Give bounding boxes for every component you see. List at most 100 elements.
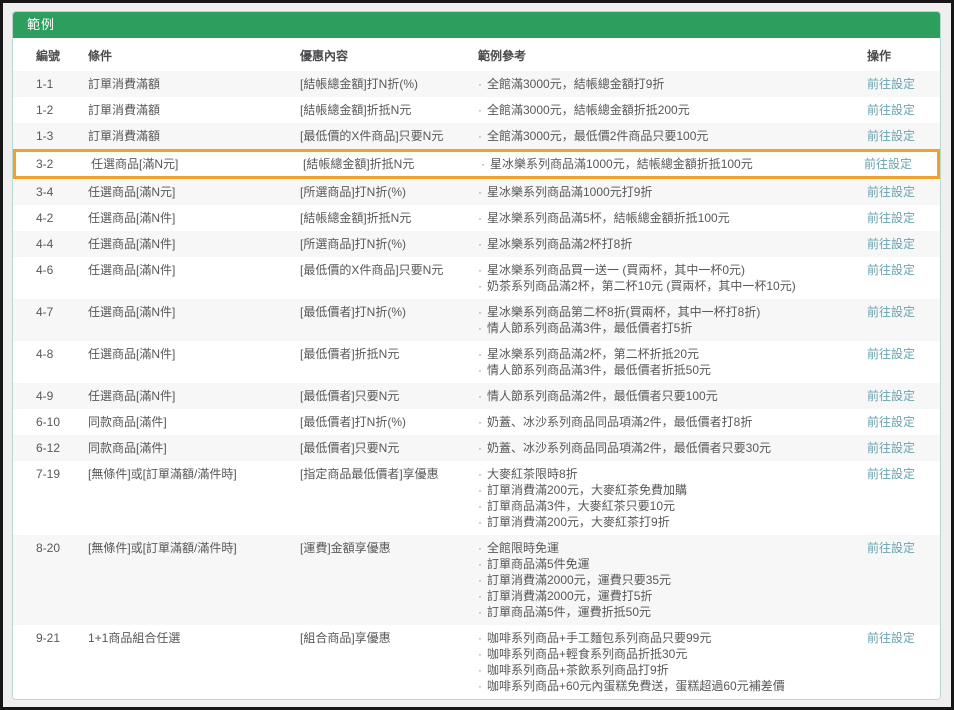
row-id-cell: 1-3 — [13, 128, 88, 144]
row-condition-cell: 同款商品[滿件] — [88, 440, 300, 456]
row-id-cell: 3-4 — [13, 184, 88, 200]
column-header-discount: 優惠內容 — [300, 48, 478, 64]
example-text: 奶茶系列商品滿2杯，第二杯10元 (買兩杯，其中一杯10元) — [487, 278, 796, 294]
go-to-settings-link[interactable]: 前往設定 — [867, 185, 915, 199]
bullet-icon: · — [478, 76, 482, 92]
row-condition-cell: 任選商品[滿N件] — [88, 388, 300, 404]
go-to-settings-link[interactable]: 前往設定 — [867, 541, 915, 555]
example-text: 情人節系列商品滿3件，最低價者折抵50元 — [487, 362, 711, 378]
example-text: 星冰樂系列商品滿5杯，結帳總金額折抵100元 — [487, 210, 730, 226]
row-examples-cell: ·奶蓋、冰沙系列商品同品項滿2件，最低價者只要30元 — [478, 440, 867, 456]
example-text: 全館滿3000元，最低價2件商品只要100元 — [487, 128, 708, 144]
row-examples-cell: ·星冰樂系列商品滿1000元，結帳總金額折抵100元 — [481, 156, 864, 172]
row-condition-cell: 任選商品[滿N件] — [88, 346, 300, 362]
row-condition-cell: 任選商品[滿N件] — [88, 262, 300, 278]
row-discount-cell: [最低價者]打N折(%) — [300, 304, 478, 320]
bullet-icon: · — [478, 588, 482, 604]
bullet-icon: · — [478, 604, 482, 620]
row-condition-cell: 任選商品[滿N件] — [88, 236, 300, 252]
go-to-settings-link[interactable]: 前往設定 — [867, 263, 915, 277]
table-row: 6-12 同款商品[滿件] [最低價者]只要N元 ·奶蓋、冰沙系列商品同品項滿2… — [13, 435, 940, 461]
app-window: 範例 編號 條件 優惠內容 範例參考 操作 1-1 訂單消費滿額 [結帳總金額]… — [0, 0, 954, 710]
row-id-cell: 4-9 — [13, 388, 88, 404]
row-examples-cell: ·全館限時免運·訂單商品滿5件免運·訂單消費滿2000元，運費只要35元·訂單消… — [478, 540, 867, 620]
row-id-cell: 4-7 — [13, 304, 88, 320]
go-to-settings-link[interactable]: 前往設定 — [867, 389, 915, 403]
table-row: 7-19 [無條件]或[訂單滿額/滿件時] [指定商品最低價者]享優惠 ·大麥紅… — [13, 461, 940, 535]
row-id-cell: 3-2 — [16, 156, 91, 172]
go-to-settings-link[interactable]: 前往設定 — [867, 415, 915, 429]
example-text: 訂單商品滿3件，大麥紅茶只要10元 — [487, 498, 675, 514]
row-examples-cell: ·星冰樂系列商品滿2杯，第二杯折抵20元·情人節系列商品滿3件，最低價者折抵50… — [478, 346, 867, 378]
go-to-settings-link[interactable]: 前往設定 — [867, 305, 915, 319]
table-row: 3-4 任選商品[滿N元] [所選商品]打N折(%) ·星冰樂系列商品滿1000… — [13, 179, 940, 205]
go-to-settings-link[interactable]: 前往設定 — [867, 129, 915, 143]
bullet-icon: · — [478, 466, 482, 482]
table-row: 1-3 訂單消費滿額 [最低價的X件商品]只要N元 ·全館滿3000元，最低價2… — [13, 123, 940, 149]
row-discount-cell: [結帳總金額]折抵N元 — [303, 156, 481, 172]
row-examples-cell: ·情人節系列商品滿2件，最低價者只要100元 — [478, 388, 867, 404]
bullet-icon: · — [478, 320, 482, 336]
example-text: 星冰樂系列商品滿2杯打8折 — [487, 236, 632, 252]
bullet-icon: · — [478, 102, 482, 118]
bullet-icon: · — [478, 630, 482, 646]
bullet-icon: · — [478, 678, 482, 694]
table-header: 編號 條件 優惠內容 範例參考 操作 — [13, 38, 940, 71]
panel-title: 範例 — [13, 12, 940, 38]
row-id-cell: 4-8 — [13, 346, 88, 362]
row-discount-cell: [結帳總金額]折抵N元 — [300, 102, 478, 118]
row-condition-cell: 訂單消費滿額 — [88, 76, 300, 92]
go-to-settings-link[interactable]: 前往設定 — [867, 237, 915, 251]
row-examples-cell: ·星冰樂系列商品買一送一 (買兩杯，其中一杯0元)·奶茶系列商品滿2杯，第二杯1… — [478, 262, 867, 294]
example-text: 情人節系列商品滿2件，最低價者只要100元 — [487, 388, 718, 404]
bullet-icon: · — [478, 414, 482, 430]
row-id-cell: 4-6 — [13, 262, 88, 278]
row-condition-cell: 訂單消費滿額 — [88, 102, 300, 118]
bullet-icon: · — [478, 262, 482, 278]
example-text: 星冰樂系列商品滿1000元，結帳總金額折抵100元 — [490, 156, 753, 172]
bullet-icon: · — [478, 304, 482, 320]
bullet-icon: · — [478, 440, 482, 456]
bullet-icon: · — [478, 482, 482, 498]
example-text: 咖啡系列商品+茶飲系列商品打9折 — [487, 662, 669, 678]
table-row: 4-7 任選商品[滿N件] [最低價者]打N折(%) · 星冰樂系列商品第二杯8折… — [13, 299, 940, 341]
row-condition-cell: 任選商品[滿N件] — [88, 210, 300, 226]
table-row: 4-8 任選商品[滿N件] [最低價者]折抵N元 ·星冰樂系列商品滿2杯，第二杯… — [13, 341, 940, 383]
example-text: 星冰樂系列商品第二杯8折(買兩杯，其中一杯打8折) — [487, 304, 760, 320]
row-discount-cell: [最低價的X件商品]只要N元 — [300, 262, 478, 278]
column-header-id: 編號 — [13, 48, 88, 64]
example-text: 星冰樂系列商品買一送一 (買兩杯，其中一杯0元) — [487, 262, 745, 278]
row-examples-cell: ·全館滿3000元，結帳總金額折抵200元 — [478, 102, 867, 118]
row-discount-cell: [所選商品]打N折(%) — [300, 236, 478, 252]
bullet-icon: · — [478, 498, 482, 514]
row-condition-cell: [無條件]或[訂單滿額/滿件時] — [88, 540, 300, 556]
row-id-cell: 1-2 — [13, 102, 88, 118]
go-to-settings-link[interactable]: 前往設定 — [867, 77, 915, 91]
go-to-settings-link[interactable]: 前往設定 — [867, 211, 915, 225]
example-text: 訂單消費滿200元，大麥紅茶打9折 — [487, 514, 670, 530]
example-text: 奶蓋、冰沙系列商品同品項滿2件，最低價者打8折 — [487, 414, 752, 430]
examples-table: 編號 條件 優惠內容 範例參考 操作 1-1 訂單消費滿額 [結帳總金額]打N折… — [13, 38, 940, 699]
go-to-settings-link[interactable]: 前往設定 — [867, 441, 915, 455]
row-condition-cell: 任選商品[滿N件] — [88, 304, 300, 320]
table-row: 3-2 任選商品[滿N元] [結帳總金額]折抵N元 ·星冰樂系列商品滿1000元… — [13, 149, 940, 179]
example-text: 情人節系列商品滿3件，最低價者打5折 — [487, 320, 692, 336]
table-row: 1-1 訂單消費滿額 [結帳總金額]打N折(%) ·全館滿3000元，結帳總金額… — [13, 71, 940, 97]
bullet-icon: · — [478, 646, 482, 662]
row-discount-cell: [最低價的X件商品]只要N元 — [300, 128, 478, 144]
example-text: 咖啡系列商品+輕食系列商品折抵30元 — [487, 646, 687, 662]
row-discount-cell: [運費]金額享優惠 — [300, 540, 478, 556]
row-discount-cell: [所選商品]打N折(%) — [300, 184, 478, 200]
table-row: 4-9 任選商品[滿N件] [最低價者]只要N元 ·情人節系列商品滿2件，最低價… — [13, 383, 940, 409]
table-row: 8-20 [無條件]或[訂單滿額/滿件時] [運費]金額享優惠 ·全館限時免運·… — [13, 535, 940, 625]
bullet-icon: · — [478, 346, 482, 362]
table-row: 9-21 1+1商品組合任選 [組合商品]享優惠 ·咖啡系列商品+手工麵包系列商… — [13, 625, 940, 699]
go-to-settings-link[interactable]: 前往設定 — [867, 467, 915, 481]
table-row: 4-6 任選商品[滿N件] [最低價的X件商品]只要N元 · 星冰樂系列商品買一送… — [13, 257, 940, 299]
row-condition-cell: [無條件]或[訂單滿額/滿件時] — [88, 466, 300, 482]
go-to-settings-link[interactable]: 前往設定 — [867, 631, 915, 645]
row-id-cell: 7-19 — [13, 466, 88, 482]
go-to-settings-link[interactable]: 前往設定 — [864, 157, 912, 171]
go-to-settings-link[interactable]: 前往設定 — [867, 103, 915, 117]
go-to-settings-link[interactable]: 前往設定 — [867, 347, 915, 361]
